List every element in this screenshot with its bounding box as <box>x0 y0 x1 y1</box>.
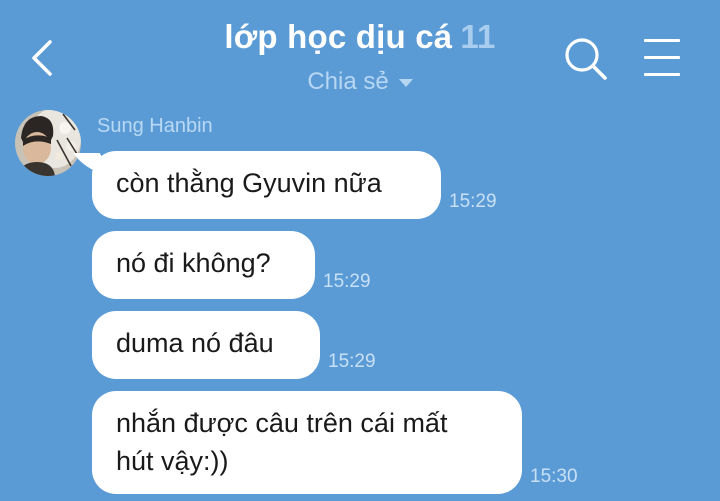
message-time: 15:29 <box>323 271 371 292</box>
message-text: duma nó đâu <box>116 328 274 358</box>
message-bubble[interactable]: nó đi không? <box>92 231 315 299</box>
caret-down-icon <box>398 78 413 87</box>
message-bubble[interactable]: duma nó đâu <box>92 311 320 379</box>
message-time: 15:29 <box>449 191 497 212</box>
message-text-line: nhắn được câu trên cái mất <box>116 408 448 438</box>
search-icon[interactable] <box>563 36 609 82</box>
hamburger-menu-icon[interactable] <box>644 38 682 78</box>
share-dropdown[interactable]: Chia sẻ <box>0 68 720 96</box>
message-time: 15:30 <box>530 466 578 487</box>
avatar-photo <box>15 110 81 176</box>
member-count: 11 <box>460 18 496 55</box>
message-time: 15:29 <box>328 351 376 372</box>
chat-header: lớp học dịu cá 11 Chia sẻ <box>0 0 720 110</box>
chat-title[interactable]: lớp học dịu cá 11 <box>0 18 720 56</box>
message-text-line: hút vậy:)) <box>116 446 229 476</box>
group-name: lớp học dịu cá <box>224 18 453 55</box>
sender-avatar[interactable] <box>15 110 81 176</box>
message-text: nó đi không? <box>116 248 271 278</box>
share-label: Chia sẻ <box>307 68 389 95</box>
message-text: còn thằng Gyuvin nữa <box>116 168 382 198</box>
message-bubble[interactable]: còn thằng Gyuvin nữa <box>92 151 441 219</box>
message-bubble[interactable]: nhắn được câu trên cái mất hút vậy:)) <box>92 391 522 494</box>
sender-name: Sung Hanbin <box>97 115 213 137</box>
